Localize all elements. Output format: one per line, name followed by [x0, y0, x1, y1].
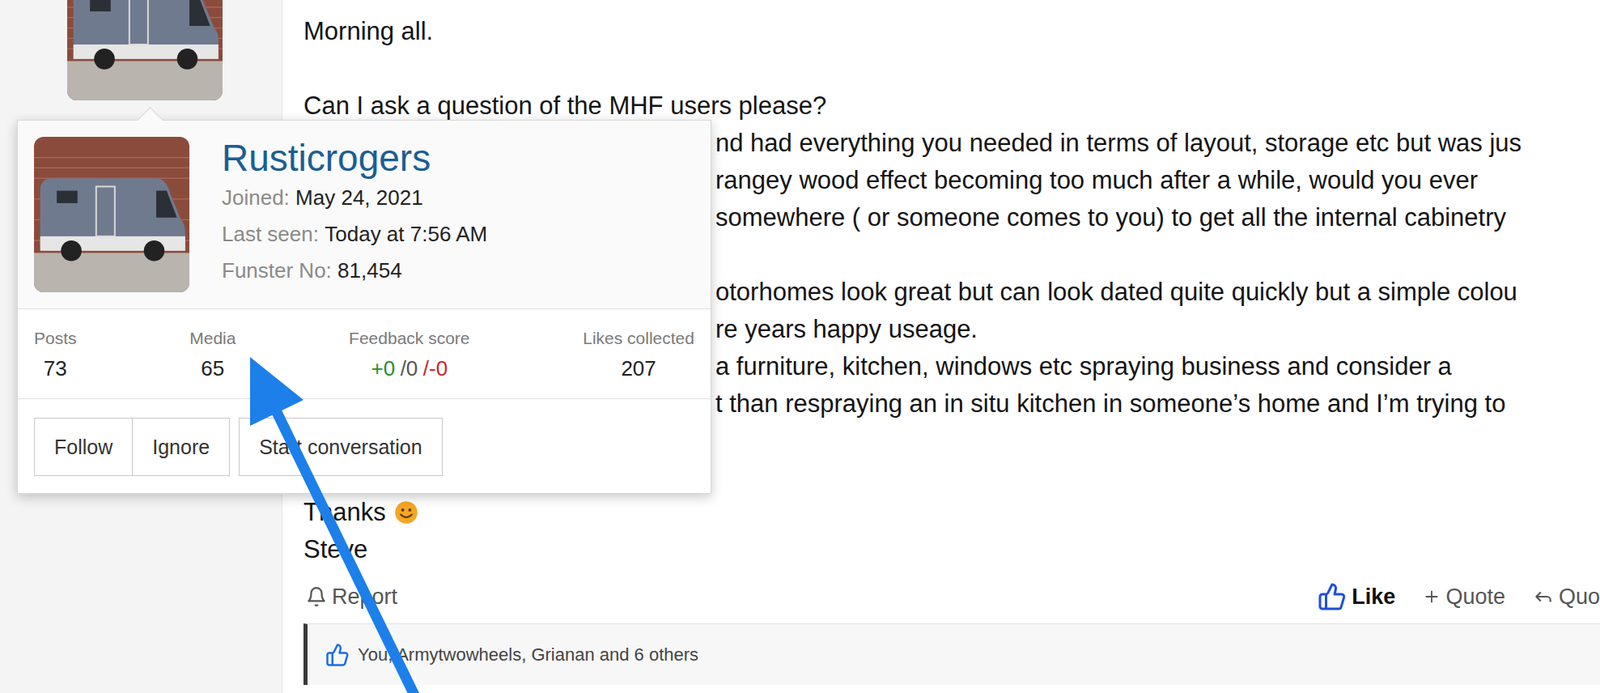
member-detail: Funster No:81,454	[221, 252, 488, 289]
multi-quote-button[interactable]: Quote	[1422, 584, 1506, 610]
post-actions: Report Like Quote Quo	[303, 577, 1600, 616]
stat-item[interactable]: Posts 73	[33, 326, 77, 382]
smile-emoji-icon	[394, 500, 419, 525]
reply-button[interactable]: Quo	[1532, 584, 1600, 610]
stat-value: 73	[43, 354, 68, 382]
member-detail: Last seen:Today at 7:56 AM	[221, 216, 488, 253]
like-button[interactable]: Like	[1317, 581, 1396, 612]
stat-label: Posts	[33, 326, 77, 350]
member-name[interactable]: Rusticrogers	[221, 136, 488, 180]
button-group: Start conversation	[238, 417, 443, 476]
member-stats: Posts 73 Media 65 Feedback score +0/0/-0 Likes…	[17, 309, 711, 399]
stat-value: 207	[620, 354, 656, 382]
reply-icon	[1532, 585, 1554, 607]
member-tooltip-card: RusticrogersJoined:May 24, 2021Last seen…	[16, 119, 712, 494]
motorhome-photo-icon	[33, 136, 190, 293]
user-avatar[interactable]	[67, 0, 223, 101]
stat-value: +0/0/-0	[370, 354, 448, 382]
card-header: RusticrogersJoined:May 24, 2021Last seen…	[17, 120, 711, 310]
motorhome-photo-icon	[67, 0, 223, 101]
report-button[interactable]: Report	[305, 584, 398, 610]
forum-page: Morning all.Can I ask a question of the …	[0, 0, 1600, 693]
stat-label: Media	[189, 326, 236, 350]
stat-item[interactable]: Media 65	[189, 326, 236, 382]
card-buttons: FollowIgnoreStart conversation	[17, 398, 711, 493]
button-group: FollowIgnore	[33, 417, 230, 476]
stat-item[interactable]: Feedback score +0/0/-0	[348, 326, 470, 382]
bell-icon	[305, 585, 327, 607]
reactions-bar[interactable]: You, Armytwowheels, Grianan and 6 others	[303, 623, 1600, 685]
card-button[interactable]: Ignore	[132, 417, 230, 476]
post-action-group: Like Quote Quo	[1317, 581, 1600, 612]
stat-label: Likes collected	[582, 326, 695, 350]
thumbs-up-icon	[325, 642, 350, 667]
stat-value: 65	[200, 354, 225, 382]
member-detail: Joined:May 24, 2021	[221, 179, 488, 217]
thumbs-up-icon	[1317, 581, 1347, 612]
member-info: RusticrogersJoined:May 24, 2021Last seen…	[221, 136, 488, 293]
stat-label: Feedback score	[348, 326, 470, 350]
card-button[interactable]: Follow	[33, 417, 133, 476]
post-signature: Steve	[303, 530, 1600, 569]
plus-icon	[1422, 587, 1441, 606]
post-text-line: Morning all.	[303, 12, 1600, 51]
card-avatar[interactable]	[33, 136, 190, 293]
card-button[interactable]: Start conversation	[238, 417, 443, 476]
post-thanks: Thanks	[303, 493, 1600, 531]
stat-item[interactable]: Likes collected 207	[582, 326, 695, 382]
